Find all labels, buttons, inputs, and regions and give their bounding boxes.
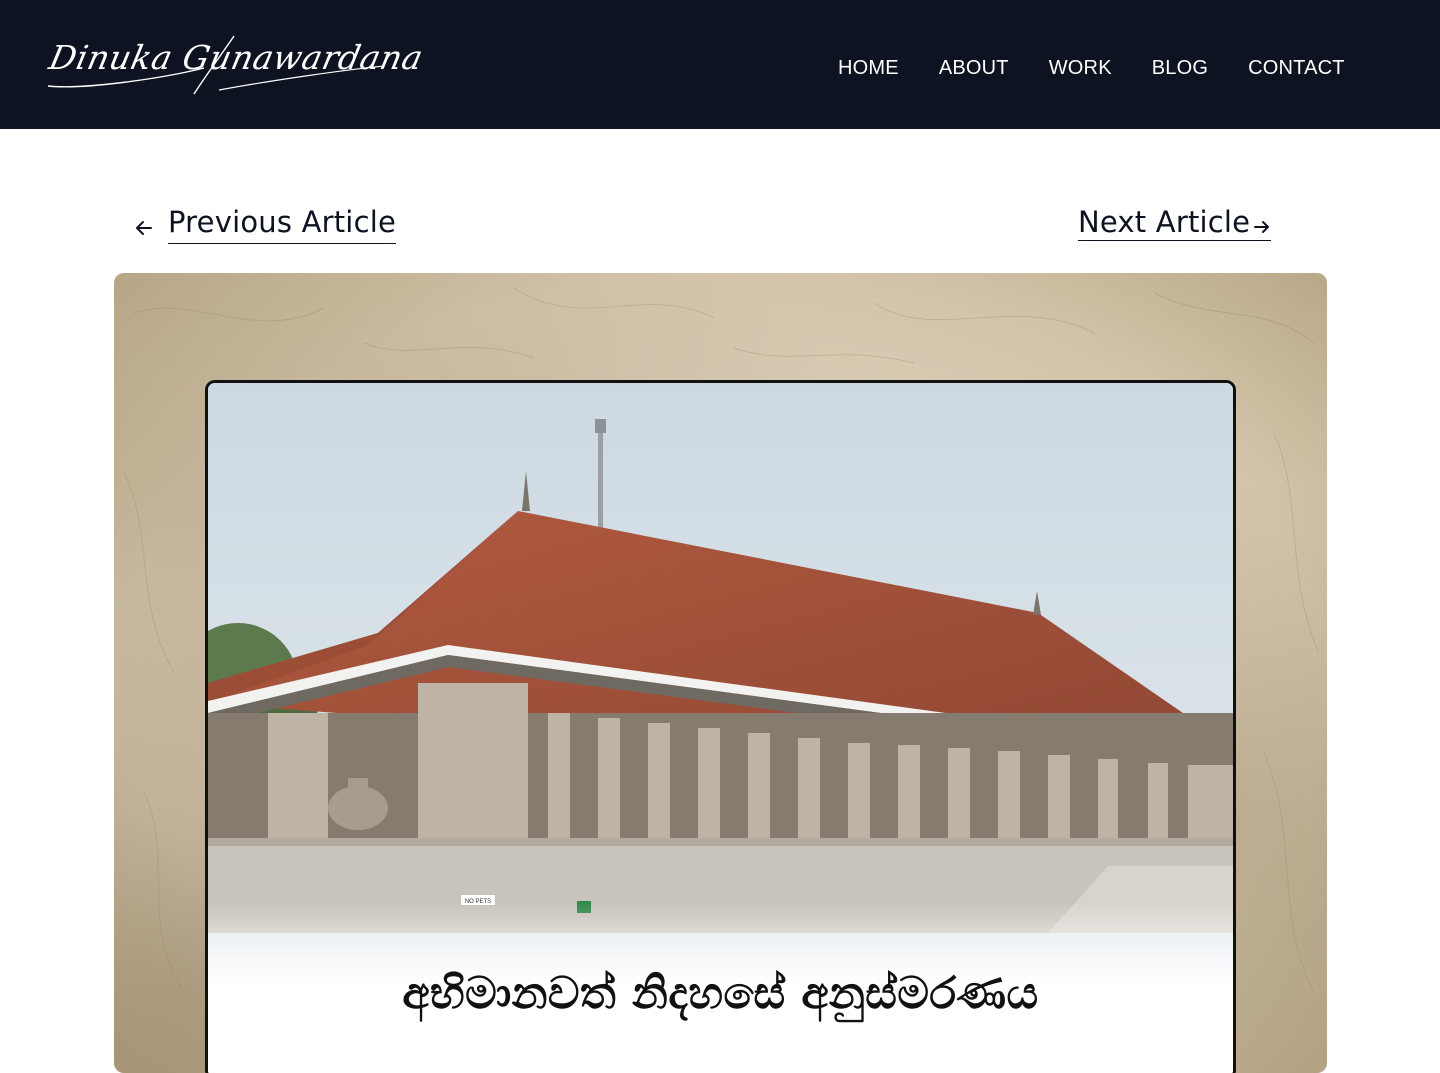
next-article-link[interactable]: Next Article (1078, 205, 1272, 241)
main-nav: HOME ABOUT WORK BLOG CONTACT (838, 57, 1345, 80)
article-title: අභිමානවත් නිදහසේ අනුස්මරණය (402, 968, 1039, 1019)
nav-blog[interactable]: BLOG (1152, 57, 1208, 80)
next-article-label: Next Article (1078, 205, 1251, 239)
logo-text: Dinuka Gunawardana (45, 38, 427, 77)
article-navigation: Previous Article Next Article (0, 205, 1440, 255)
article-cover-image: NO PETS අභිමානවත් නිදහසේ අනුස්මරණය (205, 380, 1236, 1073)
arrow-right-icon (1254, 221, 1270, 233)
site-logo[interactable]: Dinuka Gunawardana (44, 28, 427, 98)
nav-about[interactable]: ABOUT (939, 57, 1009, 80)
nav-work[interactable]: WORK (1049, 57, 1112, 80)
nav-home[interactable]: HOME (838, 57, 899, 80)
arrow-left-icon (136, 220, 152, 235)
navbar: Dinuka Gunawardana HOME ABOUT WORK BLOG … (0, 0, 1440, 129)
nav-contact[interactable]: CONTACT (1248, 57, 1345, 80)
article-hero-card: NO PETS අභිමානවත් නිදහසේ අනුස්මරණය (114, 273, 1327, 1073)
previous-article-link[interactable]: Previous Article (134, 205, 397, 244)
previous-article-label: Previous Article (168, 205, 397, 244)
